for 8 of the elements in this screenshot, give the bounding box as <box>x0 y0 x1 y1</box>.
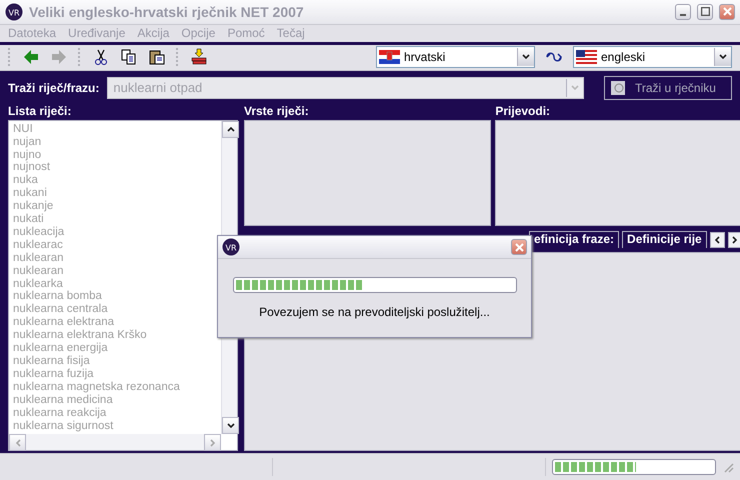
word-types-title: Vrste riječi: <box>244 104 310 118</box>
window-title: Veliki englesko-hrvatski rječnik NET 2007 <box>29 4 305 20</box>
translations-title: Prijevodi: <box>495 104 552 118</box>
dialog-message: Povezujem se na prevoditeljski poslužitelj... <box>259 305 490 319</box>
app-logo-icon: VR <box>5 2 23 21</box>
search-label: Traži riječ/frazu: <box>8 80 100 95</box>
dialog-logo-icon: VR <box>222 238 240 256</box>
word-list-title: Lista riječi: <box>8 104 72 118</box>
